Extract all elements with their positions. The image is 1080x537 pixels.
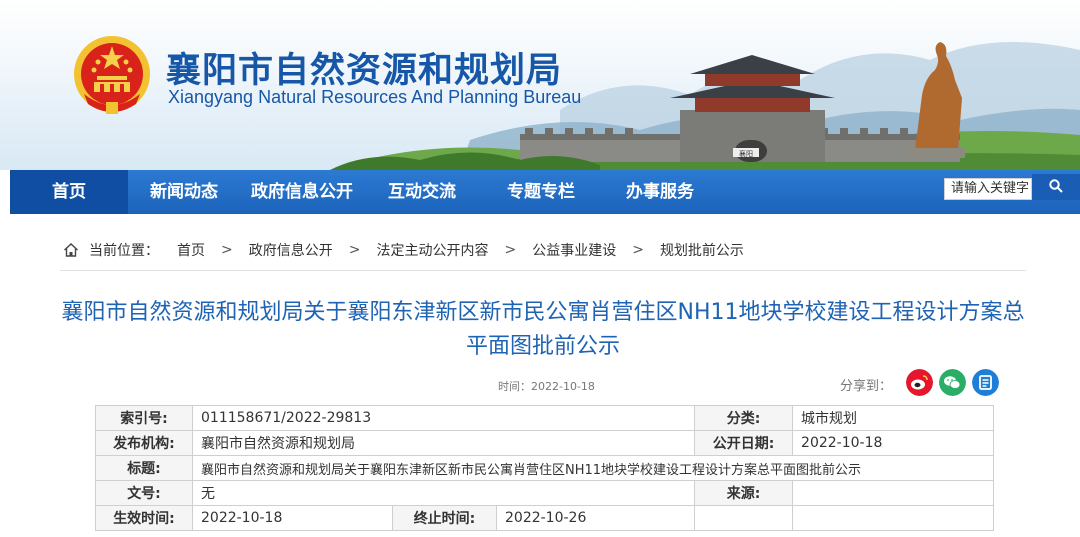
breadcrumb-divider (60, 270, 1026, 271)
site-subtitle: Xiangyang Natural Resources And Planning… (168, 87, 582, 107)
source-label: 来源: (694, 480, 794, 506)
site-banner: 襄阳 襄阳市自然资源和规划局 Xiangyang Natural Resourc… (0, 0, 1080, 170)
breadcrumb-separator: > (221, 242, 233, 258)
breadcrumb-separator: > (504, 242, 517, 258)
category-label: 分类: (694, 405, 794, 431)
search-icon (1049, 179, 1063, 193)
breadcrumb-item-statutory[interactable]: 法定主动公开内容 (376, 240, 488, 260)
table-row: 发布机构: 襄阳市自然资源和规划局 公开日期: 2022-10-18 (95, 430, 995, 456)
breadcrumb-item-gov-info[interactable]: 政府信息公开 (249, 240, 333, 260)
share-label: 分享到： (840, 379, 893, 394)
empty-cell (792, 505, 995, 531)
publish-time: 时间：2022-10-18 (498, 378, 595, 394)
site-title: 襄阳市自然资源和规划局 (166, 51, 563, 91)
nav-item-interaction[interactable]: 互动交流 (388, 170, 456, 214)
breadcrumb-prefix: 当前位置： (89, 243, 159, 259)
table-row: 生效时间: 2022-10-18 终止时间: 2022-10-26 (95, 505, 995, 531)
weibo-icon[interactable] (906, 369, 933, 396)
index-no-value: 011158671/2022-29813 (191, 405, 696, 431)
breadcrumb: 当前位置： 首页 > 政府信息公开 > 法定主动公开内容 > 公益事业建设 > … (63, 240, 744, 260)
search-input[interactable]: 请输入关键字 (944, 178, 1032, 200)
nav-item-topics[interactable]: 专题专栏 (507, 170, 575, 214)
category-value: 城市规划 (792, 405, 995, 431)
table-row: 标题: 襄阳市自然资源和规划局关于襄阳东津新区新市民公寓肖营住区NH11地块学校… (95, 455, 995, 481)
publish-time-value: 2022-10-18 (531, 380, 595, 393)
table-row: 索引号: 011158671/2022-29813 分类: 城市规划 (95, 405, 995, 431)
publisher-value: 襄阳市自然资源和规划局 (191, 430, 696, 456)
source-value (792, 480, 995, 506)
main-nav: 首页 新闻动态 政府信息公开 互动交流 专题专栏 办事服务 请输入关键字 (10, 170, 1080, 214)
breadcrumb-item-planning[interactable]: 规划批前公示 (660, 240, 744, 260)
wechat-icon[interactable] (939, 369, 966, 396)
nav-item-services[interactable]: 办事服务 (626, 170, 694, 214)
table-row: 文号: 无 来源: (95, 480, 995, 506)
empty-cell (694, 505, 794, 531)
qzone-icon[interactable] (972, 369, 999, 396)
article-title: 襄阳市自然资源和规划局关于襄阳东津新区新市民公寓肖营住区NH11地块学校建设工程… (61, 300, 1025, 359)
subject-label: 标题: (95, 455, 193, 481)
home-icon (64, 243, 78, 257)
pub-date-label: 公开日期: (694, 430, 794, 456)
search-button[interactable] (1032, 174, 1080, 200)
expire-value: 2022-10-26 (495, 505, 696, 531)
nav-item-home[interactable]: 首页 (10, 170, 128, 214)
publish-time-label: 时间： (498, 380, 531, 393)
effective-value: 2022-10-18 (192, 505, 393, 531)
doc-no-value: 无 (191, 480, 696, 506)
nav-item-gov-info[interactable]: 政府信息公开 (251, 170, 353, 214)
publisher-label: 发布机构: (95, 430, 193, 456)
national-emblem-icon (74, 36, 150, 114)
breadcrumb-item-home[interactable]: 首页 (177, 240, 205, 260)
document-meta-table: 索引号: 011158671/2022-29813 分类: 城市规划 发布机构:… (95, 405, 995, 531)
index-no-label: 索引号: (95, 405, 193, 431)
nav-item-news[interactable]: 新闻动态 (150, 170, 218, 214)
svg-text:襄阳: 襄阳 (739, 149, 753, 158)
doc-no-label: 文号: (95, 480, 193, 506)
breadcrumb-item-public-welfare[interactable]: 公益事业建设 (532, 240, 616, 260)
breadcrumb-separator: > (348, 242, 361, 258)
expire-label: 终止时间: (392, 505, 497, 531)
effective-label: 生效时间: (95, 505, 193, 531)
pub-date-value: 2022-10-18 (792, 430, 995, 456)
subject-value: 襄阳市自然资源和规划局关于襄阳东津新区新市民公寓肖营住区NH11地块学校建设工程… (191, 455, 995, 481)
breadcrumb-separator: > (632, 242, 644, 258)
